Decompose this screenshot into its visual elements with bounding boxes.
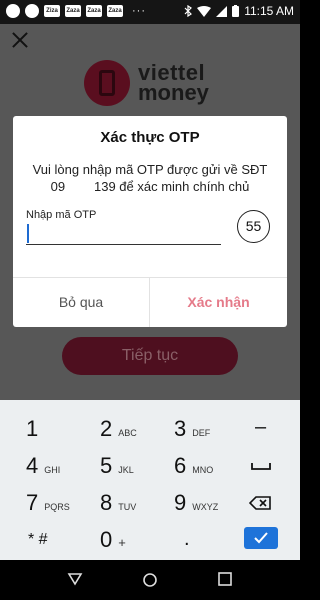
key-8[interactable]: 8 TUV: [100, 490, 136, 526]
close-icon[interactable]: [10, 30, 30, 50]
dialog-message-line2: 09 139 để xác minh chính chủ: [50, 179, 250, 194]
key-5[interactable]: 5 JKL: [100, 453, 134, 489]
status-time: 11:15 AM: [244, 4, 294, 18]
key-minus[interactable]: –: [255, 416, 266, 439]
back-nav-icon[interactable]: [67, 572, 83, 586]
key-star-hash[interactable]: * #: [28, 531, 48, 549]
news-icon-3: Zaza: [86, 5, 102, 17]
key-9[interactable]: 9 WXYZ: [174, 490, 218, 526]
otp-input-label: Nhập mã OTP: [26, 209, 97, 221]
key-3[interactable]: 3 DEF: [174, 416, 210, 452]
key-6[interactable]: 6 MNO: [174, 453, 213, 489]
confirm-button[interactable]: Xác nhận: [150, 278, 287, 327]
viettel-money-logo: viettel money: [84, 60, 209, 106]
space-key-icon[interactable]: [251, 462, 271, 470]
otp-dialog: Xác thực OTP Vui lòng nhập mã OTP được g…: [13, 116, 287, 327]
key-1[interactable]: 1: [26, 416, 44, 452]
backspace-icon[interactable]: [249, 496, 271, 510]
navigation-bar: [0, 560, 300, 600]
key-7[interactable]: 7 PQRS: [26, 490, 70, 526]
otp-input[interactable]: [26, 223, 221, 245]
more-notifications-icon: ···: [132, 5, 146, 17]
battery-icon: [232, 5, 240, 17]
skip-button[interactable]: Bỏ qua: [13, 278, 149, 327]
key-2[interactable]: 2 ABC: [100, 416, 137, 452]
status-bar: Ziza Zaza Zaza Zaza ··· 11:15 AM: [0, 0, 300, 24]
bluetooth-icon: [184, 5, 193, 17]
checkmark-icon: [254, 532, 268, 544]
dialog-message-line1: Vui lòng nhập mã OTP được gửi về SĐT: [32, 162, 268, 177]
logo-phone-icon: [84, 60, 130, 106]
key-4[interactable]: 4 GHI: [26, 453, 60, 489]
key-period[interactable]: .: [184, 528, 190, 551]
news-icon-1: Ziza: [44, 5, 60, 17]
dialog-title: Xác thực OTP: [100, 129, 200, 146]
text-cursor: [27, 224, 29, 243]
home-nav-icon[interactable]: [142, 572, 158, 588]
dialog-message: Vui lòng nhập mã OTP được gửi về SĐT 09 …: [23, 161, 277, 195]
news-icon-4: Zaza: [107, 5, 123, 17]
enter-key[interactable]: [244, 527, 278, 549]
news-icon-2: Zaza: [65, 5, 81, 17]
signal-icon: [216, 5, 228, 17]
continue-button[interactable]: Tiếp tục: [62, 337, 238, 375]
numeric-keyboard: 1 2 ABC 3 DEF – 4 GHI 5 JKL 6 MNO 7 PQRS 8 TUV …: [0, 400, 300, 560]
recents-nav-icon[interactable]: [218, 572, 232, 586]
countdown-timer: 55: [237, 210, 270, 243]
key-0[interactable]: 0 +: [100, 527, 126, 563]
wifi-icon: [197, 5, 212, 17]
cloud-icon: [25, 4, 39, 18]
logo-text-line2: money: [138, 80, 209, 105]
whatsapp-icon: [6, 4, 20, 18]
